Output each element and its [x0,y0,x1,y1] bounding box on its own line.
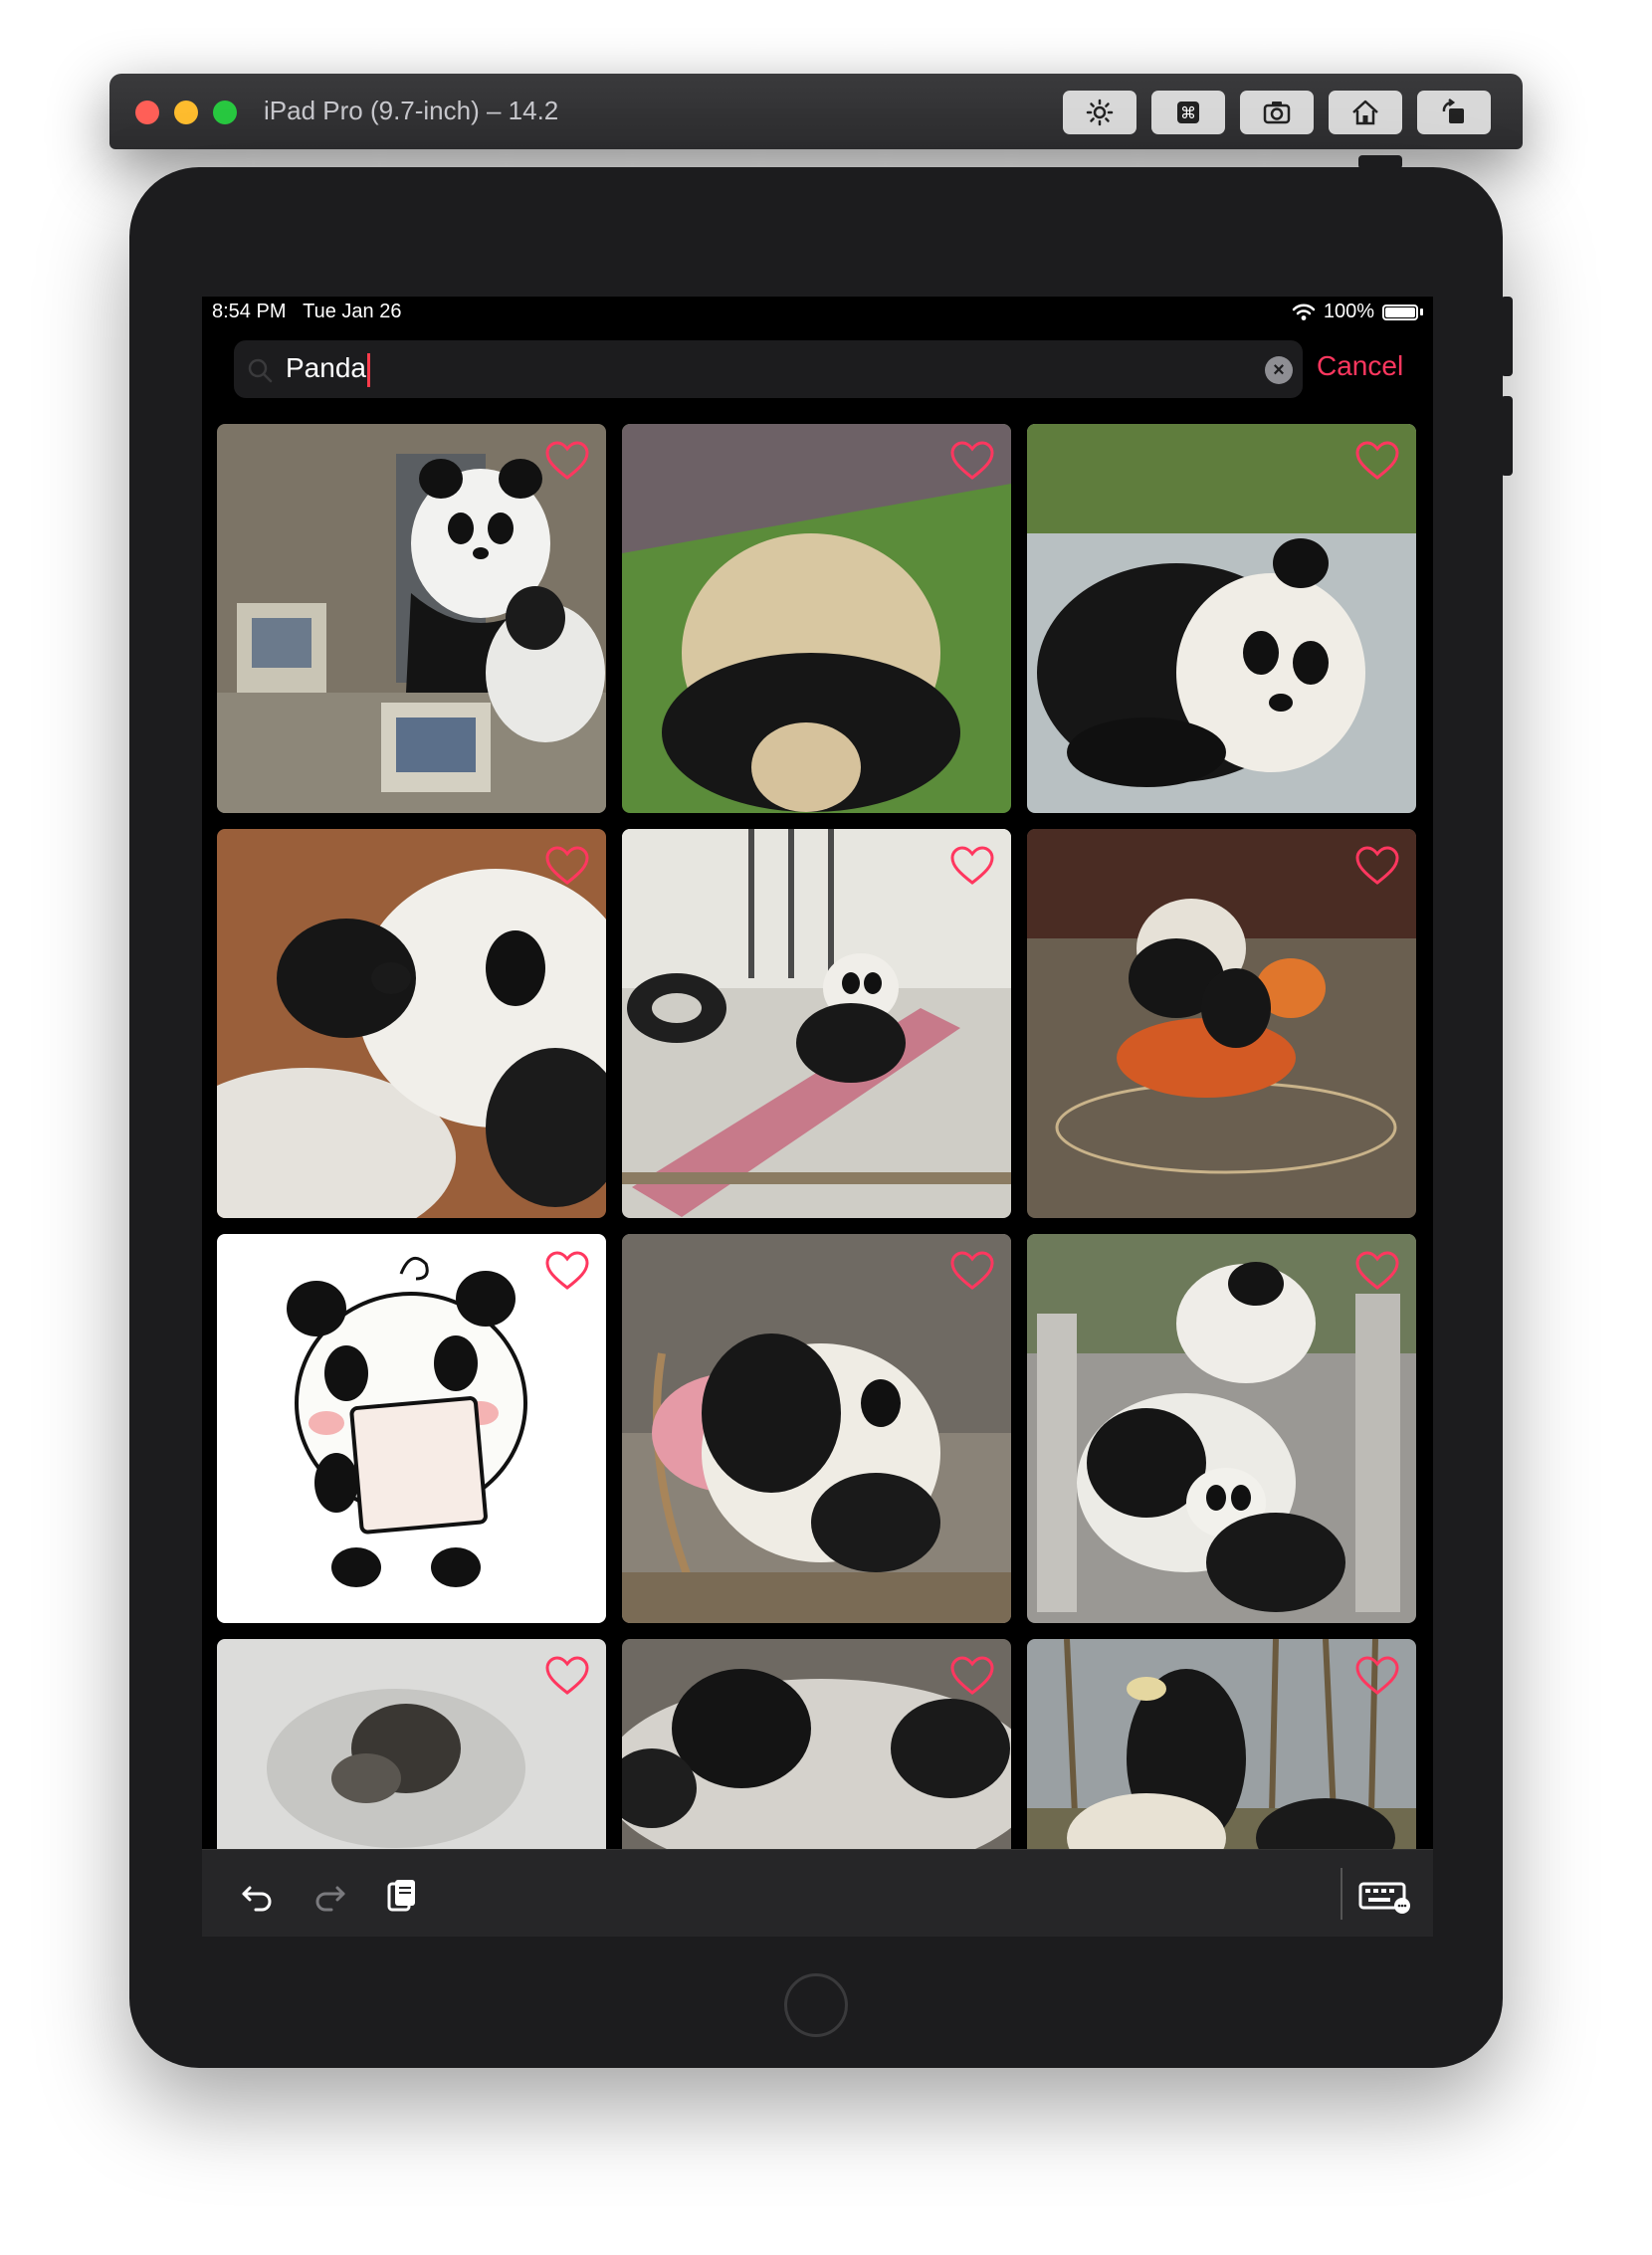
command-icon: ⌘ [1177,102,1199,123]
home-button[interactable] [784,1973,848,2037]
battery-icon [1382,304,1418,320]
search-field[interactable]: Panda × [234,340,1303,398]
panda-floor-image [1027,424,1416,813]
keyboard-hide-icon[interactable] [1358,1876,1412,1916]
gif-tile-panda-chair[interactable] [622,1234,1011,1623]
favorite-heart-icon[interactable] [1354,845,1400,887]
keyboard-shortcuts-bar [202,1849,1433,1937]
favorite-heart-icon[interactable] [544,1655,590,1697]
search-icon [248,358,273,383]
brightness-icon [1086,99,1114,126]
gif-tile-pandas-stairs[interactable] [1027,1234,1416,1623]
panda-hammock-image [622,829,1011,1218]
status-time: 8:54 PM [212,301,287,322]
status-date: Tue Jan 26 [303,301,402,322]
baby-panda-image [217,829,606,1218]
home-toolbar-button[interactable] [1329,91,1402,134]
status-bar: 8:54 PM Tue Jan 26 100% [202,297,1433,330]
paste-icon[interactable] [381,1876,421,1916]
clear-search-button[interactable]: × [1265,356,1293,384]
top-power-button [1358,155,1402,169]
favorite-heart-icon[interactable] [949,1655,995,1697]
cancel-button[interactable]: Cancel [1317,350,1403,382]
camera-icon [1263,102,1291,124]
volume-up-button [1501,297,1513,376]
panda-chair-image [622,1234,1011,1623]
rotate-button[interactable] [1417,91,1491,134]
gif-tile-panda-hammock[interactable] [622,829,1011,1218]
gif-tile-baby-panda[interactable] [217,829,606,1218]
panda-toy-image [1027,829,1416,1218]
gif-results-grid [217,424,1421,1937]
gif-tile-panda-rolling[interactable] [622,424,1011,813]
gif-tile-cartoon-panda[interactable] [217,1234,606,1623]
clear-icon: × [1273,359,1285,381]
home-icon [1352,100,1378,125]
toolbar-divider [1341,1868,1342,1920]
window-title: iPad Pro (9.7-inch) – 14.2 [264,96,559,125]
favorite-heart-icon[interactable] [949,1250,995,1292]
wifi-icon [1292,304,1316,320]
screenshot-button[interactable] [1240,91,1314,134]
search-input[interactable]: Panda [286,352,366,383]
gif-tile-panda-toy[interactable] [1027,829,1416,1218]
svg-text:⌘: ⌘ [1180,103,1196,122]
gif-tile-panda-floor[interactable] [1027,424,1416,813]
favorite-heart-icon[interactable] [949,440,995,482]
brightness-button[interactable] [1063,91,1136,134]
command-button[interactable]: ⌘ [1151,91,1225,134]
favorite-heart-icon[interactable] [1354,1250,1400,1292]
close-window-button[interactable] [135,101,159,124]
favorite-heart-icon[interactable] [544,845,590,887]
text-caret [366,352,370,387]
redo-icon[interactable] [310,1876,349,1916]
pandas-stairs-image [1027,1234,1416,1623]
cartoon-panda-image [217,1234,606,1623]
favorite-heart-icon[interactable] [544,1250,590,1292]
gif-tile-panda-office[interactable] [217,424,606,813]
panda-rolling-image [622,424,1011,813]
minimize-window-button[interactable] [174,101,198,124]
undo-icon[interactable] [238,1876,278,1916]
rotate-icon [1442,99,1464,123]
favorite-heart-icon[interactable] [949,845,995,887]
favorite-heart-icon[interactable] [1354,440,1400,482]
simulator-title-bar: iPad Pro (9.7-inch) – 14.2 ⌘ [109,74,1523,149]
favorite-heart-icon[interactable] [544,440,590,482]
panda-office-image [217,424,606,813]
favorite-heart-icon[interactable] [1354,1655,1400,1697]
battery-percentage: 100% [1323,301,1374,322]
ipad-screen: 8:54 PM Tue Jan 26 100% Panda × Cancel [202,297,1433,1937]
zoom-window-button[interactable] [213,101,237,124]
volume-down-button [1501,396,1513,476]
